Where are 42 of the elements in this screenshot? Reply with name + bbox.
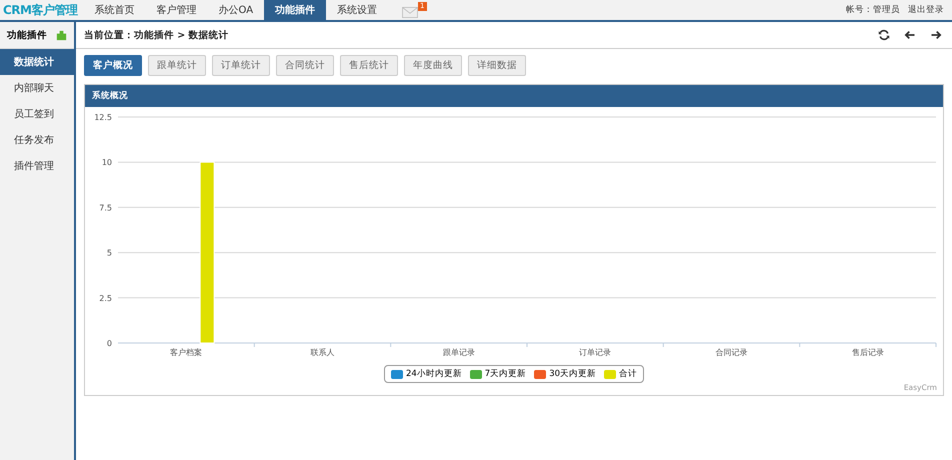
tab[interactable]: 售后统计 bbox=[340, 55, 398, 76]
x-category-label: 合同记录 bbox=[716, 348, 748, 357]
sidebar-item[interactable]: 数据统计 bbox=[0, 49, 74, 75]
y-tick-label: 7.5 bbox=[99, 203, 112, 212]
legend-label: 30天内更新 bbox=[549, 368, 596, 380]
y-tick-label: 5 bbox=[106, 248, 112, 258]
panel-title: 系统概况 bbox=[92, 90, 128, 102]
tab[interactable]: 合同统计 bbox=[276, 55, 334, 76]
x-category-label: 售后记录 bbox=[852, 348, 884, 357]
tab[interactable]: 跟单统计 bbox=[148, 55, 206, 76]
legend-label: 24小时内更新 bbox=[406, 368, 462, 380]
account-label: 帐号：管理员 bbox=[846, 4, 900, 16]
tab[interactable]: 客户概况 bbox=[84, 55, 142, 76]
y-tick-label: 2.5 bbox=[99, 294, 112, 303]
nav-tab[interactable]: 系统首页 bbox=[84, 0, 146, 20]
x-category-label: 客户档案 bbox=[170, 348, 202, 357]
tab[interactable]: 详细数据 bbox=[468, 55, 526, 76]
sidebar-item[interactable]: 任务发布 bbox=[0, 127, 74, 153]
y-tick-label: 0 bbox=[106, 339, 112, 348]
tab[interactable]: 年度曲线 bbox=[404, 55, 462, 76]
legend-label: 7天内更新 bbox=[484, 368, 526, 380]
sidebar-item[interactable]: 员工签到 bbox=[0, 101, 74, 127]
y-tick-label: 10 bbox=[102, 158, 112, 168]
legend-label: 合计 bbox=[619, 368, 638, 380]
nav-tab[interactable]: 办公OA bbox=[208, 0, 264, 20]
tab[interactable]: 订单统计 bbox=[212, 55, 270, 76]
nav-tab[interactable]: 系统设置 bbox=[326, 0, 388, 20]
sidebar-item[interactable]: 内部聊天 bbox=[0, 75, 74, 101]
breadcrumb: 当前位置：功能插件 > 数据统计 bbox=[84, 28, 229, 42]
sidebar-item[interactable]: 插件管理 bbox=[0, 153, 74, 179]
sidebar-title: 功能插件 bbox=[7, 28, 47, 42]
logout-link[interactable]: 退出登录 bbox=[908, 4, 944, 16]
back-arrow-icon[interactable] bbox=[904, 29, 916, 41]
nav-tab[interactable]: 功能插件 bbox=[264, 0, 326, 20]
forward-arrow-icon[interactable] bbox=[930, 29, 942, 41]
x-category-label: 跟单记录 bbox=[442, 348, 475, 357]
y-tick-label: 12.5 bbox=[94, 113, 112, 122]
app-logo: CRM客户管理 bbox=[2, 2, 79, 18]
x-category-label: 订单记录 bbox=[579, 348, 612, 357]
x-category-label: 联系人 bbox=[310, 348, 334, 357]
nav-tab[interactable]: 客户管理 bbox=[146, 0, 208, 20]
refresh-icon[interactable] bbox=[878, 29, 890, 41]
